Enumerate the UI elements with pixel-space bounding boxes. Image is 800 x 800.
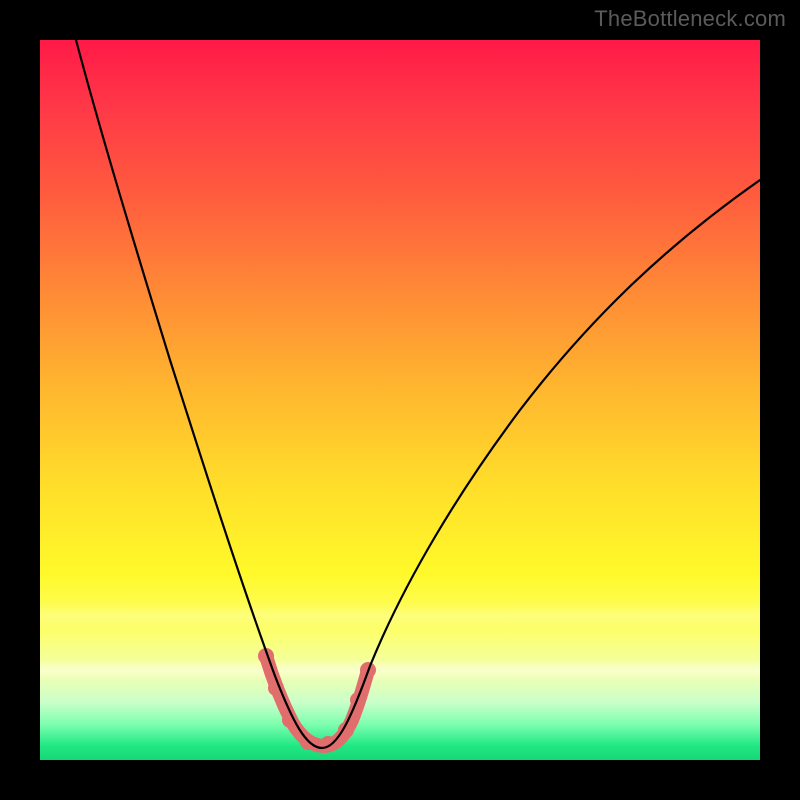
curve-overlay [40, 40, 760, 760]
bottleneck-curve [76, 40, 760, 748]
attribution-label: TheBottleneck.com [594, 6, 786, 32]
minimum-marker-dot [282, 712, 298, 728]
plot-area [40, 40, 760, 760]
chart-frame: TheBottleneck.com [0, 0, 800, 800]
minimum-marker [258, 648, 376, 752]
minimum-marker-dot [320, 736, 336, 752]
